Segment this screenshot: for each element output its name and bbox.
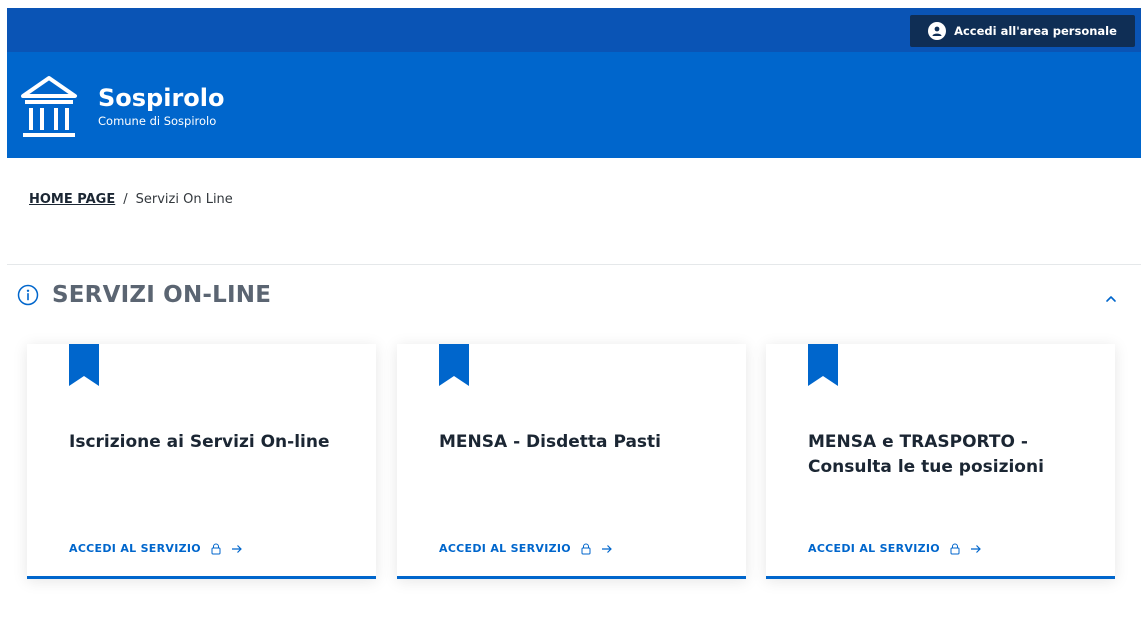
arrow-right-icon: [601, 544, 612, 553]
lock-icon: [581, 543, 591, 554]
service-card[interactable]: MENSA e TRASPORTO - Consulta le tue posi…: [766, 344, 1115, 579]
login-button[interactable]: Accedi all'area personale: [910, 15, 1135, 47]
arrow-right-icon: [970, 544, 981, 553]
service-card[interactable]: MENSA - Disdetta Pasti ACCEDI AL SERVIZI…: [397, 344, 746, 579]
bookmark-icon: [439, 344, 469, 386]
card-link-label: ACCEDI AL SERVIZIO: [69, 542, 201, 555]
section-header: SERVIZI ON-LINE: [17, 282, 271, 308]
bookmark-icon: [808, 344, 838, 386]
user-circle-icon: [928, 22, 947, 40]
card-title: Iscrizione ai Servizi On-line: [69, 432, 330, 452]
chevron-up-icon[interactable]: [1101, 289, 1121, 309]
breadcrumb-current: Servizi On Line: [135, 192, 233, 207]
section-divider: [7, 264, 1141, 265]
arrow-right-icon: [231, 544, 242, 553]
bookmark-icon: [69, 344, 99, 386]
section-title: SERVIZI ON-LINE: [52, 282, 272, 308]
card-access-link[interactable]: ACCEDI AL SERVIZIO: [69, 542, 243, 555]
brand[interactable]: Sospirolo Comune di Sospirolo: [98, 84, 225, 128]
card-link-label: ACCEDI AL SERVIZIO: [808, 542, 940, 555]
service-card[interactable]: Iscrizione ai Servizi On-line ACCEDI AL …: [27, 344, 376, 579]
card-access-link[interactable]: ACCEDI AL SERVIZIO: [439, 542, 613, 555]
card-link-label: ACCEDI AL SERVIZIO: [439, 542, 571, 555]
town-hall-icon[interactable]: [19, 74, 79, 140]
breadcrumb-separator: /: [123, 192, 128, 207]
card-title: MENSA - Disdetta Pasti: [439, 432, 661, 452]
login-label: Accedi all'area personale: [954, 24, 1117, 38]
site-name: Sospirolo: [98, 84, 225, 112]
breadcrumb: HOME PAGE / Servizi On Line: [29, 192, 233, 207]
info-icon: [17, 284, 39, 306]
site-header: Sospirolo Comune di Sospirolo: [7, 52, 1141, 158]
lock-icon: [211, 543, 221, 554]
card-access-link[interactable]: ACCEDI AL SERVIZIO: [808, 542, 982, 555]
breadcrumb-home-link[interactable]: HOME PAGE: [29, 192, 115, 207]
site-subtitle: Comune di Sospirolo: [98, 114, 217, 128]
lock-icon: [950, 543, 960, 554]
top-bar: Accedi all'area personale: [7, 8, 1141, 52]
card-title: MENSA e TRASPORTO - Consulta le tue posi…: [808, 432, 1044, 477]
